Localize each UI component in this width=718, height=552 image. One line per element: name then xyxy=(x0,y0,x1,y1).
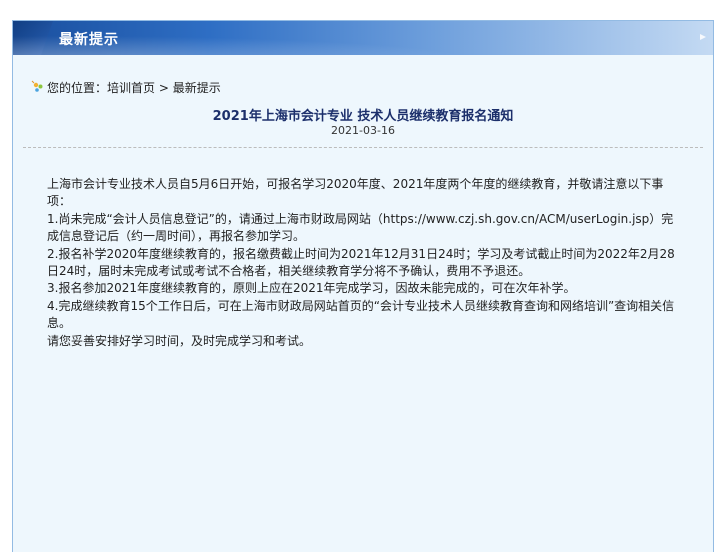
page: 最新提示 您的位置：培训首页 > 最新提示 2021年上海市会计专业 技术人员继… xyxy=(0,0,718,552)
divider xyxy=(23,147,703,148)
paragraph-item-1: 1.尚未完成“会计人员信息登记”的，请通过上海市财政局网站（https://ww… xyxy=(47,211,674,244)
location-pin-icon xyxy=(31,80,45,94)
paragraph-item-3: 3.报名参加2021年度继续教育的，原则上应在2021年完成学习，因故未能完成的… xyxy=(47,281,576,296)
article-title: 2021年上海市会计专业 技术人员继续教育报名通知 xyxy=(212,109,514,124)
breadcrumb-home-link[interactable]: 培训首页 xyxy=(107,81,155,95)
article-body: 上海市会计专业技术人员自5月6日开始，可报名学习2020年度、2021年度两个年… xyxy=(47,176,683,350)
breadcrumb-current: 最新提示 xyxy=(172,81,221,95)
paragraph-item-4: 4.完成继续教育15个工作日后，可在上海市财政局网站首页的“会计专业技术人员继续… xyxy=(47,298,675,331)
panel-title: 最新提示 xyxy=(59,32,119,48)
breadcrumb-separator: > xyxy=(155,81,173,95)
paragraph-intro: 上海市会计专业技术人员自5月6日开始，可报名学习2020年度、2021年度两个年… xyxy=(47,177,664,209)
paragraph-item-2: 2.报名补学2020年度继续教育的，报名缴费截止时间为2021年12月31日24… xyxy=(47,246,675,279)
panel-header: 最新提示 xyxy=(13,21,713,55)
breadcrumb-prefix: 您的位置： xyxy=(47,81,108,95)
paragraph-closing: 请您妥善安排好学习时间，及时完成学习和考试。 xyxy=(47,333,312,348)
chevron-icon xyxy=(697,32,709,44)
notice-panel: 最新提示 您的位置：培训首页 > 最新提示 2021年上海市会计专业 技术人员继… xyxy=(12,20,714,552)
breadcrumb: 您的位置：培训首页 > 最新提示 xyxy=(31,79,221,96)
article-date: 2021-03-16 xyxy=(331,124,395,137)
top-clipped-strip xyxy=(0,0,718,14)
